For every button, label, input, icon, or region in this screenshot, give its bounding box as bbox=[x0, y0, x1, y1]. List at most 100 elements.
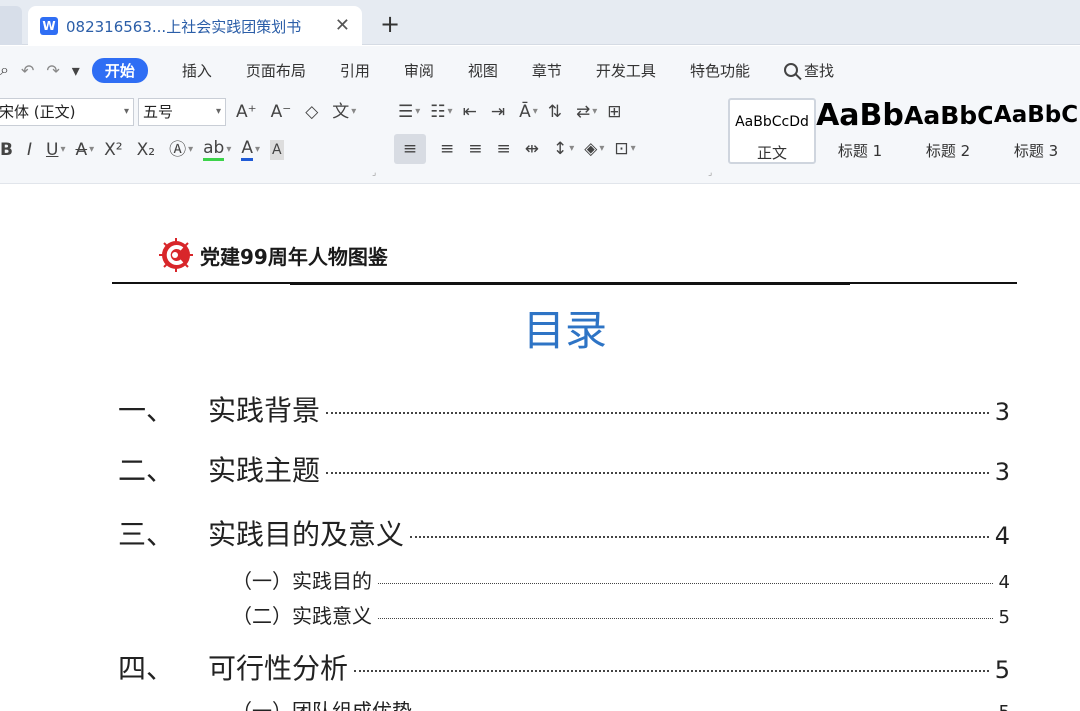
document-tab[interactable]: W 082316563...上社会实践团策划书 ✕ bbox=[28, 6, 362, 46]
toc-entry-text: 可行性分析 bbox=[208, 652, 349, 685]
menu-home[interactable]: 开始 bbox=[91, 57, 148, 83]
document-page[interactable]: 党建99周年人物图鉴 目录 一、 实践背景 3 二、 实践主题 3 三、 实践目… bbox=[0, 185, 1080, 711]
superscript-icon[interactable]: X² bbox=[104, 140, 122, 160]
toc-entry-number: 三、 bbox=[118, 518, 175, 551]
text-direction-icon[interactable]: Ā bbox=[519, 102, 531, 122]
redo-icon[interactable]: ↷ bbox=[46, 61, 59, 80]
chevron-down-icon[interactable]: ▾ bbox=[255, 140, 260, 160]
chevron-down-icon[interactable]: ▾ bbox=[351, 102, 356, 122]
new-tab-button[interactable]: + bbox=[380, 12, 400, 36]
toc-entry[interactable]: 四、 可行性分析 5 bbox=[118, 647, 1010, 687]
menu-page-layout[interactable]: 页面布局 bbox=[246, 60, 306, 81]
ribbon: 宋体 (正文) ▾ 五号 ▾ A⁺ A⁻ ◇ 文 ▾ B I U ▾ A ▾ X… bbox=[0, 94, 1080, 184]
menu-special-features[interactable]: 特色功能 bbox=[690, 60, 750, 81]
font-name-value: 宋体 (正文) bbox=[0, 103, 76, 121]
search-icon bbox=[783, 63, 798, 77]
paragraph-dialog-launcher-icon[interactable]: ⌟ bbox=[708, 168, 712, 178]
menu-developer-tools[interactable]: 开发工具 bbox=[596, 60, 656, 81]
toc-entry-text: 实践主题 bbox=[208, 454, 321, 487]
toc-subentry[interactable]: （一）实践目的 4 bbox=[232, 565, 1010, 594]
subscript-icon[interactable]: X₂ bbox=[137, 140, 155, 160]
search-label: 查找 bbox=[803, 61, 834, 80]
font-dialog-launcher-icon[interactable]: ⌟ bbox=[372, 168, 376, 178]
toc-entry-number: 二、 bbox=[118, 454, 175, 487]
chevron-down-icon[interactable]: ▾ bbox=[89, 140, 94, 160]
shrink-font-icon[interactable]: A⁻ bbox=[271, 102, 292, 122]
toc-subentry[interactable]: （一）团队组成优势 5 bbox=[232, 695, 1010, 711]
underline-icon[interactable]: U bbox=[46, 140, 58, 160]
style-heading-1[interactable]: AaBb 标题 1 bbox=[816, 98, 904, 164]
toc-entry[interactable]: 三、 实践目的及意义 4 bbox=[118, 513, 1010, 553]
distributed-icon[interactable]: ⇹ bbox=[525, 139, 539, 159]
toc-entry-text: （二）实践意义 bbox=[232, 604, 372, 628]
line-break-icon[interactable]: ⇄ bbox=[576, 102, 590, 122]
highlight-icon[interactable]: ab bbox=[203, 138, 225, 161]
clear-format-icon[interactable]: ◇ bbox=[305, 102, 318, 122]
chevron-down-icon[interactable]: ▾ bbox=[415, 102, 420, 122]
menu-review[interactable]: 审阅 bbox=[404, 60, 434, 81]
sort-icon[interactable]: ⇅ bbox=[548, 102, 562, 122]
font-color-icon[interactable]: A bbox=[241, 138, 253, 161]
table-grid-icon[interactable]: ⊞ bbox=[607, 102, 621, 122]
chevron-down-icon[interactable]: ▾ bbox=[631, 139, 636, 159]
style-gallery: AaBbCcDd 正文 AaBb 标题 1 AaBbC 标题 2 AaBbC 标… bbox=[728, 98, 1080, 164]
grow-font-icon[interactable]: A⁺ bbox=[236, 102, 257, 122]
borders-icon[interactable]: ⊡ bbox=[614, 139, 628, 159]
paragraph-tools-bottom: ≡ ≡ ≡ ≡ ⇹ ↕ ▾ ◈ ▾ ⊡ ▾ bbox=[394, 134, 646, 164]
menu-references[interactable]: 引用 bbox=[340, 60, 370, 81]
chevron-down-icon[interactable]: ▾ bbox=[533, 102, 538, 122]
toc-entry-number: 一、 bbox=[118, 394, 175, 427]
quick-access-dropdown-icon[interactable]: ▾ bbox=[72, 61, 80, 80]
word-doc-icon: W bbox=[40, 17, 58, 35]
chevron-down-icon[interactable]: ▾ bbox=[599, 139, 604, 159]
close-tab-icon[interactable]: ✕ bbox=[335, 15, 350, 36]
increase-indent-icon[interactable]: ⇥ bbox=[491, 102, 505, 122]
font-size-select[interactable]: 五号 ▾ bbox=[138, 98, 226, 126]
chevron-down-icon[interactable]: ▾ bbox=[448, 102, 453, 122]
char-shading-icon[interactable]: A bbox=[270, 139, 284, 160]
phonetic-guide-icon[interactable]: 文 bbox=[332, 102, 349, 122]
decrease-indent-icon[interactable]: ⇤ bbox=[463, 102, 477, 122]
toc-subentry[interactable]: （二）实践意义 5 bbox=[232, 600, 1010, 629]
strikethrough-icon[interactable]: A bbox=[75, 140, 87, 160]
toc-entry[interactable]: 一、 实践背景 3 bbox=[118, 389, 1010, 429]
party-emblem-icon bbox=[159, 238, 193, 272]
chevron-down-icon[interactable]: ▾ bbox=[60, 140, 65, 160]
quick-access-toolbar: ⌕ ↶ ↷ ▾ bbox=[0, 60, 92, 80]
toc-entry[interactable]: 二、 实践主题 3 bbox=[118, 449, 1010, 489]
style-heading-3[interactable]: AaBbC 标题 3 bbox=[992, 98, 1080, 164]
search-button[interactable]: 查找 bbox=[783, 60, 834, 81]
toc-leader-dots bbox=[326, 412, 989, 414]
chevron-down-icon[interactable]: ▾ bbox=[188, 140, 193, 160]
print-preview-icon[interactable]: ⌕ bbox=[0, 60, 9, 80]
toc-entry-text: （一）实践目的 bbox=[232, 569, 372, 593]
undo-icon[interactable]: ↶ bbox=[21, 61, 34, 80]
bullet-list-icon[interactable]: ☰ bbox=[398, 102, 413, 122]
style-label: 正文 bbox=[756, 144, 787, 162]
previous-tab-stub[interactable] bbox=[0, 6, 22, 45]
header-logo: 党建99周年人物图鉴 bbox=[158, 237, 388, 273]
text-effect-icon[interactable]: Ⓐ bbox=[169, 140, 186, 160]
style-sample: AaBb bbox=[816, 98, 904, 133]
shading-icon[interactable]: ◈ bbox=[584, 139, 597, 159]
align-right-icon[interactable]: ≡ bbox=[468, 139, 482, 159]
align-left-icon[interactable]: ≡ bbox=[394, 134, 426, 164]
numbered-list-icon[interactable]: ☷ bbox=[430, 102, 445, 122]
style-label: 标题 2 bbox=[925, 142, 971, 160]
toc-entry-text: 实践背景 bbox=[208, 394, 321, 427]
header-logo-text: 党建99周年人物图鉴 bbox=[200, 244, 388, 269]
style-normal[interactable]: AaBbCcDd 正文 bbox=[728, 98, 816, 164]
bold-icon[interactable]: B bbox=[0, 140, 13, 160]
align-center-icon[interactable]: ≡ bbox=[440, 139, 454, 159]
menu-insert[interactable]: 插入 bbox=[182, 60, 212, 81]
italic-icon[interactable]: I bbox=[27, 140, 32, 160]
chevron-down-icon[interactable]: ▾ bbox=[226, 140, 231, 160]
menu-section[interactable]: 章节 bbox=[532, 60, 562, 81]
menu-view[interactable]: 视图 bbox=[468, 60, 498, 81]
justify-icon[interactable]: ≡ bbox=[497, 139, 511, 159]
style-heading-2[interactable]: AaBbC 标题 2 bbox=[904, 98, 992, 164]
font-name-select[interactable]: 宋体 (正文) ▾ bbox=[0, 98, 134, 126]
chevron-down-icon[interactable]: ▾ bbox=[569, 139, 574, 159]
chevron-down-icon[interactable]: ▾ bbox=[592, 102, 597, 122]
line-spacing-icon[interactable]: ↕ bbox=[553, 139, 567, 159]
